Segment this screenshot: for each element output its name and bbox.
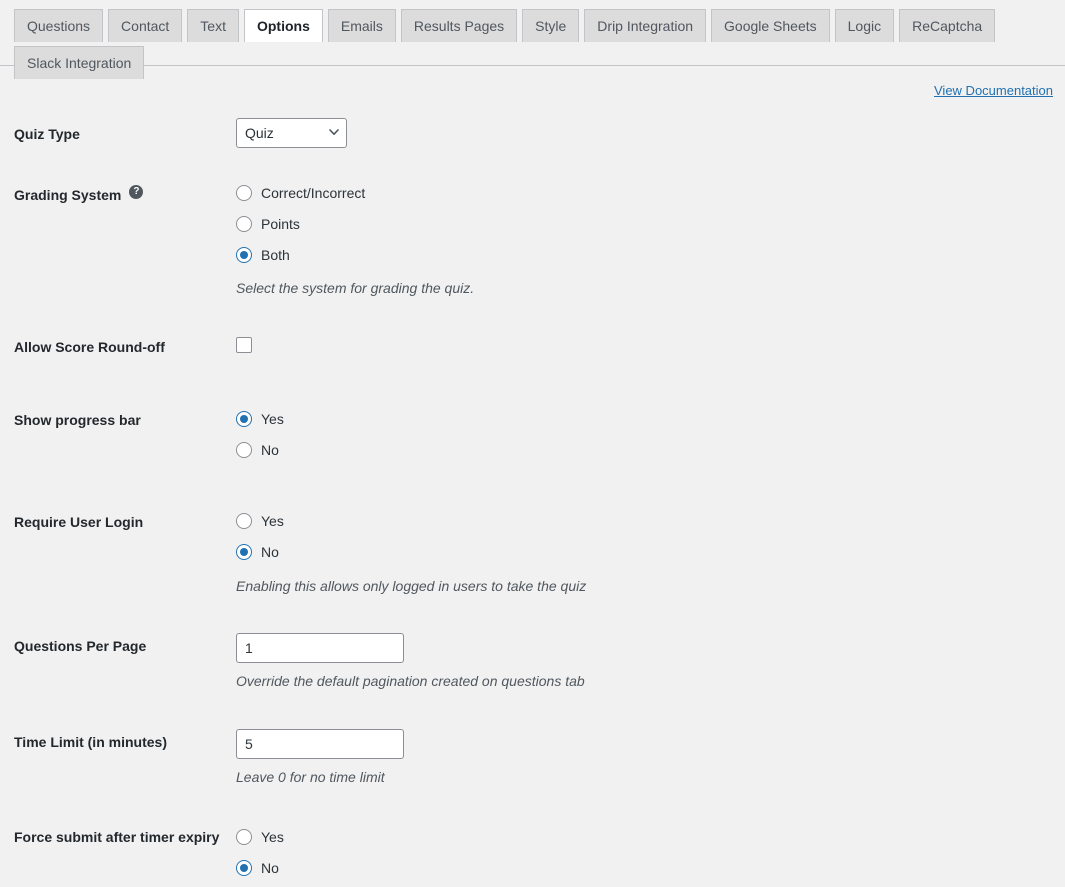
time-limit-input[interactable]: [236, 728, 404, 759]
tab-google-sheets[interactable]: Google Sheets: [711, 9, 830, 42]
radio-input-force-submit-no[interactable]: [236, 859, 252, 876]
radio-input-login-no[interactable]: [236, 544, 252, 561]
radio-label-both[interactable]: Both: [261, 247, 290, 263]
field-questions-per-page: Override the default pagination created …: [236, 618, 1065, 696]
label-require-user-login-text: Require User Login: [14, 513, 144, 530]
radio-label-progress-yes[interactable]: Yes: [261, 411, 284, 427]
label-quiz-type: Quiz Type: [0, 106, 236, 163]
radio-input-correct-incorrect[interactable]: [236, 184, 252, 201]
radio-label-progress-no[interactable]: No: [261, 442, 279, 458]
label-questions-per-page-text: Questions Per Page: [14, 638, 147, 655]
label-grading-system: Grading System ?: [0, 163, 236, 224]
radio-grading-correct-incorrect[interactable]: Correct/Incorrect: [236, 177, 1055, 208]
radio-input-both[interactable]: [236, 246, 252, 263]
quiz-type-select[interactable]: Quiz: [236, 118, 347, 148]
tab-drip-integration[interactable]: Drip Integration: [584, 9, 707, 42]
label-allow-score-roundoff: Allow Score Round-off: [0, 319, 236, 376]
radio-progress-yes[interactable]: Yes: [236, 404, 1055, 435]
radio-label-force-submit-yes[interactable]: Yes: [261, 829, 284, 845]
tab-strip: Questions Contact Text Options Emails Re…: [0, 0, 1065, 79]
description-time-limit: Leave 0 for no time limit: [236, 768, 385, 785]
field-row-time-limit: Time Limit (in minutes) Leave 0 for no t…: [0, 714, 1065, 792]
radio-label-login-yes[interactable]: Yes: [261, 513, 284, 529]
options-form: Quiz Type Quiz Grading System ? Correct/…: [0, 98, 1065, 887]
tab-logic[interactable]: Logic: [834, 9, 895, 42]
field-force-submit: Yes No: [236, 809, 1065, 887]
field-row-force-submit: Force submit after timer expiry Yes No: [0, 809, 1065, 887]
radio-input-login-yes[interactable]: [236, 513, 252, 530]
label-allow-score-roundoff-text: Allow Score Round-off: [14, 338, 165, 355]
label-quiz-type-text: Quiz Type: [14, 126, 80, 142]
radio-input-force-submit-yes[interactable]: [236, 828, 252, 845]
radio-input-progress-yes[interactable]: [236, 411, 252, 428]
field-show-progress-bar: Yes No: [236, 392, 1065, 470]
radio-force-submit-no[interactable]: No: [236, 852, 1055, 883]
label-force-submit: Force submit after timer expiry: [0, 809, 236, 866]
radio-grading-points[interactable]: Points: [236, 208, 1055, 239]
label-questions-per-page: Questions Per Page: [0, 618, 236, 675]
quiz-type-select-wrap: Quiz: [236, 118, 347, 148]
radio-label-login-no[interactable]: No: [261, 544, 279, 560]
description-require-user-login: Enabling this allows only logged in user…: [236, 577, 587, 594]
field-row-quiz-type: Quiz Type Quiz: [0, 106, 1065, 163]
field-time-limit: Leave 0 for no time limit: [236, 714, 1065, 792]
radio-input-progress-no[interactable]: [236, 442, 252, 459]
view-documentation-link[interactable]: View Documentation: [934, 83, 1053, 98]
tab-recaptcha[interactable]: ReCaptcha: [899, 9, 996, 42]
radio-force-submit-yes[interactable]: Yes: [236, 821, 1055, 852]
radio-progress-no[interactable]: No: [236, 435, 1055, 466]
radio-label-points[interactable]: Points: [261, 216, 300, 232]
tab-questions[interactable]: Questions: [14, 9, 104, 42]
label-time-limit-text: Time Limit (in minutes): [14, 733, 167, 750]
field-row-require-user-login: Require User Login Yes No Enabling this …: [0, 494, 1065, 601]
label-show-progress-bar-text: Show progress bar: [14, 411, 141, 428]
field-allow-score-roundoff: [236, 319, 1065, 360]
label-time-limit: Time Limit (in minutes): [0, 714, 236, 771]
tab-emails[interactable]: Emails: [327, 9, 396, 42]
field-row-grading-system: Grading System ? Correct/Incorrect Point…: [0, 163, 1065, 303]
label-force-submit-text: Force submit after timer expiry: [14, 829, 220, 846]
questions-per-page-input[interactable]: [236, 633, 404, 664]
tab-style[interactable]: Style: [522, 9, 580, 42]
checkbox-allow-score-roundoff[interactable]: [236, 336, 252, 353]
label-grading-system-text: Grading System: [14, 187, 122, 203]
field-row-questions-per-page: Questions Per Page Override the default …: [0, 618, 1065, 696]
description-grading-system: Select the system for grading the quiz.: [236, 280, 475, 296]
tab-contact[interactable]: Contact: [108, 9, 183, 42]
field-require-user-login: Yes No Enabling this allows only logged …: [236, 494, 1065, 601]
tab-text[interactable]: Text: [187, 9, 239, 42]
tab-results-pages[interactable]: Results Pages: [400, 9, 518, 42]
tab-options[interactable]: Options: [243, 9, 323, 42]
field-row-show-progress-bar: Show progress bar Yes No: [0, 392, 1065, 470]
field-grading-system: Correct/Incorrect Points Both Select the…: [236, 163, 1065, 303]
radio-grading-both[interactable]: Both: [236, 239, 1055, 270]
radio-login-no[interactable]: No: [236, 537, 1055, 568]
tab-slack-integration[interactable]: Slack Integration: [14, 46, 145, 79]
field-row-allow-score-roundoff: Allow Score Round-off: [0, 319, 1065, 376]
radio-input-points[interactable]: [236, 215, 252, 232]
radio-label-correct-incorrect[interactable]: Correct/Incorrect: [261, 185, 365, 201]
field-quiz-type: Quiz: [236, 106, 1065, 152]
label-require-user-login: Require User Login: [0, 494, 236, 551]
radio-login-yes[interactable]: Yes: [236, 506, 1055, 537]
description-questions-per-page: Override the default pagination created …: [236, 673, 585, 690]
radio-label-force-submit-no[interactable]: No: [261, 860, 279, 876]
tab-list: Questions Contact Text Options Emails Re…: [14, 9, 1065, 83]
help-icon[interactable]: ?: [129, 185, 144, 199]
label-show-progress-bar: Show progress bar: [0, 392, 236, 449]
